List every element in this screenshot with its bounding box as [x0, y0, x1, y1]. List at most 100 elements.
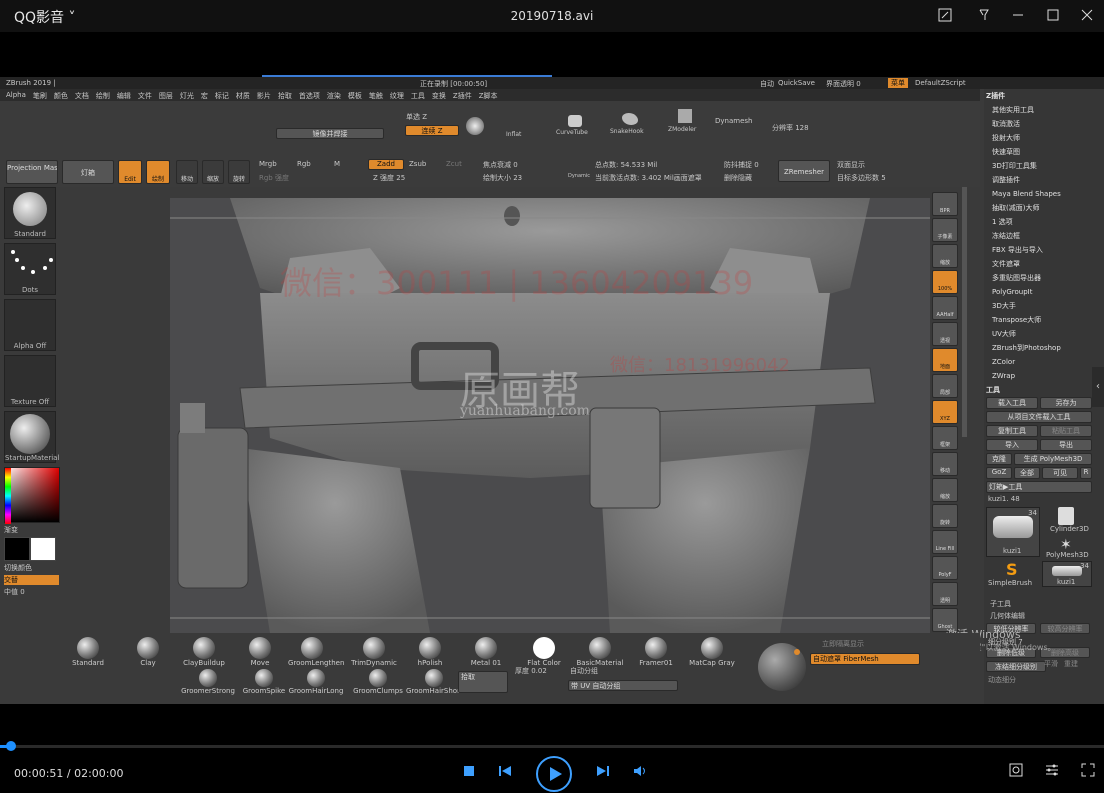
right-tool-button[interactable]: 100% [932, 270, 958, 294]
bottom-brush-item[interactable]: GroomerStrong [180, 669, 236, 695]
current-tool-slider[interactable]: kuzi1. 48 [988, 495, 1020, 503]
bottom-material-item[interactable]: BasicMaterial [576, 637, 624, 667]
isolate-toggle[interactable]: 立即隔离显示 [822, 639, 864, 649]
freeze-subdiv-button[interactable]: 冻结细分级别 [986, 661, 1046, 672]
zcut-button[interactable]: Zcut [446, 160, 462, 168]
right-scrollbar[interactable] [962, 187, 967, 437]
goz-button[interactable]: GoZ [986, 467, 1012, 479]
menu-item[interactable]: Z插件 [453, 91, 472, 101]
menu-item[interactable]: 纹理 [390, 91, 404, 101]
bottom-material-item[interactable]: Framer01 [632, 637, 680, 667]
zmodeler-brush[interactable]: ZModeler [668, 126, 696, 133]
zplugin-header[interactable]: Z插件 [984, 89, 1104, 103]
bottom-material-item[interactable]: MatCap Gray [688, 637, 736, 667]
load-tool-button[interactable]: 载入工具 [986, 397, 1038, 409]
zplugin-item[interactable]: ZColor [984, 355, 1104, 369]
menu-item[interactable]: 颜色 [54, 91, 68, 101]
rgb-intensity[interactable]: Rgb 强度 [259, 173, 289, 183]
collapse-arrow-icon[interactable]: ‹ [1092, 367, 1104, 407]
quicksave-button[interactable]: QuickSave [778, 79, 815, 87]
right-tool-button[interactable]: AAHalf [932, 296, 958, 320]
dynamesh-button[interactable]: Dynamesh [715, 117, 752, 125]
double-sided[interactable]: 双面显示 [837, 160, 865, 170]
mirror-weld-button[interactable]: 镜像并焊接 [276, 128, 384, 139]
right-tool-button[interactable]: PolyF [932, 556, 958, 580]
secondary-color[interactable] [4, 537, 30, 561]
paste-tool-button[interactable]: 粘贴工具 [1040, 425, 1092, 437]
simplebrush-thumb[interactable]: SimpleBrush [988, 579, 1032, 587]
fullscreen-icon[interactable] [1080, 763, 1096, 783]
pick-button[interactable]: 拾取 [458, 671, 508, 693]
zremesher-button[interactable]: ZRemesher [778, 160, 830, 182]
right-tool-button[interactable]: 缩放 [932, 244, 958, 268]
zplugin-item[interactable]: 快速草图 [984, 145, 1104, 159]
mid-value[interactable]: 中值 0 [4, 587, 62, 597]
auto-group-button[interactable]: 自动分组 [570, 666, 598, 676]
canvas-viewport[interactable]: 原画帮 yuanhuabang.com 微信：300111 | 13604209… [170, 198, 930, 633]
zplugin-item[interactable]: 调整插件 [984, 173, 1104, 187]
zplugin-item[interactable]: 3D打印工具集 [984, 159, 1104, 173]
zplugin-item[interactable]: UV大师 [984, 327, 1104, 341]
zplugin-item[interactable]: 3D大手 [984, 299, 1104, 313]
bottom-brush-item[interactable]: GroomHairShort [406, 669, 463, 695]
menu-item[interactable]: 宏 [201, 91, 208, 101]
previous-icon[interactable] [497, 763, 513, 783]
menu-item[interactable]: 笔刷 [33, 91, 47, 101]
right-tool-button[interactable]: Line Fill [932, 530, 958, 554]
spiral-icon[interactable] [466, 117, 484, 135]
color-picker[interactable] [4, 467, 60, 524]
bottom-material-item[interactable]: Metal 01 [462, 637, 510, 667]
bottom-brush-item[interactable]: GroomSpike [236, 669, 292, 695]
menu-item[interactable]: 材质 [236, 91, 250, 101]
tool-thumb-kuzi1-small[interactable]: kuzi1 34 [1042, 561, 1092, 587]
bottom-material-item[interactable]: TrimDynamic [350, 637, 398, 667]
cylinder3d-thumb[interactable]: Cylinder3D [1050, 525, 1089, 533]
menu-item[interactable]: 文件 [138, 91, 152, 101]
bottom-material-item[interactable]: hPolish [406, 637, 454, 667]
ui-transparency[interactable]: 界面透明 0 [826, 79, 861, 89]
menu-item[interactable]: 模板 [348, 91, 362, 101]
dynamic-subdiv[interactable]: 动态细分 [988, 675, 1016, 685]
right-tool-button[interactable]: 透视 [932, 322, 958, 346]
dynamic-toggle[interactable]: Dynamic [568, 173, 590, 179]
zplugin-item[interactable]: 取消激活 [984, 117, 1104, 131]
rgb-button[interactable]: Rgb [297, 160, 311, 168]
menu-item[interactable]: 拾取 [278, 91, 292, 101]
z-intensity-slider[interactable]: Z 强度 25 [373, 173, 405, 183]
zplugin-item[interactable]: 冻结边框 [984, 229, 1104, 243]
tool-thumb-kuzi1[interactable]: kuzi1 34 [986, 507, 1040, 557]
right-tool-button[interactable]: XYZ [932, 400, 958, 424]
backface-mask[interactable]: 防抖捕捉 0 [724, 160, 759, 170]
material-sphere-large[interactable] [758, 643, 806, 691]
zplugin-item[interactable]: ZWrap [984, 369, 1104, 383]
lightbox-tools-button[interactable]: 灯箱▶工具 [986, 481, 1092, 493]
zplugin-item[interactable]: FBX 导出与导入 [984, 243, 1104, 257]
maximize-icon[interactable] [1045, 8, 1061, 24]
menu-item[interactable]: Z脚本 [479, 91, 498, 101]
delete-hidden-button[interactable]: 删除隐藏 [724, 173, 752, 183]
lightbox-button[interactable]: 灯箱 [62, 160, 114, 184]
minimize-icon[interactable] [1010, 8, 1026, 24]
inflat-brush[interactable]: Inflat [506, 131, 521, 138]
rotate-button[interactable]: 旋转 [228, 160, 250, 184]
settings-icon[interactable] [1044, 763, 1060, 783]
connect-z-button[interactable]: 连续 Z [405, 125, 459, 136]
bottom-brush-item[interactable]: GroomClumps [350, 669, 406, 695]
screenshot-icon[interactable] [937, 8, 953, 24]
visible-button[interactable]: 可见 [1042, 467, 1078, 479]
scale-button[interactable]: 缩放 [202, 160, 224, 184]
zsub-button[interactable]: Zsub [409, 160, 426, 168]
bottom-material-item[interactable]: GroomLengthen [288, 637, 344, 667]
higher-res-button[interactable]: 较高分辨率 [1040, 623, 1090, 634]
right-tool-button[interactable]: 地面 [932, 348, 958, 372]
stroke-selector[interactable]: Dots [4, 243, 56, 295]
bottom-brush-item[interactable]: GroomHairLong [288, 669, 344, 695]
menu-item[interactable]: 笔触 [369, 91, 383, 101]
geometry-header[interactable]: 几何体编辑 [990, 611, 1025, 621]
bottom-material-item[interactable]: Standard [64, 637, 112, 667]
progress-track[interactable] [0, 745, 1104, 748]
bottom-material-item[interactable]: Move [236, 637, 284, 667]
draw-size-slider[interactable]: 绘制大小 23 [483, 173, 522, 183]
menu-item[interactable]: 渲染 [327, 91, 341, 101]
make-polymesh-button[interactable]: 生成 PolyMesh3D [1014, 453, 1092, 465]
